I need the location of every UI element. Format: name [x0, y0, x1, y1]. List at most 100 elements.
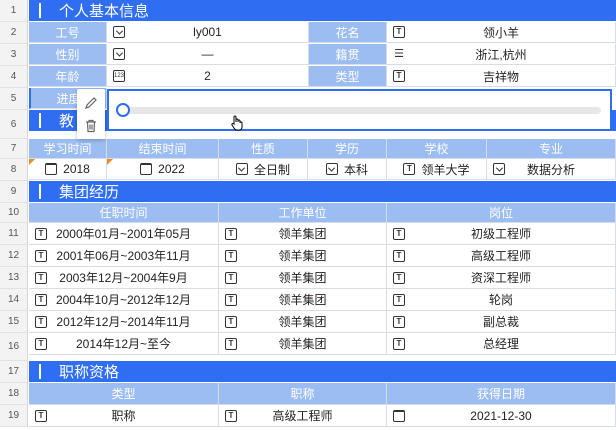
- career-cell[interactable]: 资深工程师: [387, 267, 616, 289]
- cell-marker: [107, 159, 113, 165]
- section-bar: [39, 113, 41, 128]
- text-icon: [393, 293, 405, 306]
- hand-cursor-icon: [229, 114, 245, 137]
- edu-cell-value: 领羊大学: [421, 162, 470, 177]
- career-cell-value: 领羊集团: [278, 271, 327, 285]
- qual-header: 职称: [219, 383, 387, 405]
- row-number[interactable]: 12: [0, 245, 28, 267]
- career-cell[interactable]: 2001年06月~2003年11月: [29, 245, 219, 267]
- row-number[interactable]: 17: [0, 361, 28, 383]
- field-nickname[interactable]: 领小羊: [387, 22, 616, 43]
- career-cell[interactable]: 2003年12月~2004年9月: [29, 267, 219, 289]
- cell-toolbox: [77, 89, 105, 139]
- row-number[interactable]: 1: [0, 0, 28, 22]
- cell-marker: [29, 159, 35, 165]
- progress-slider-thumb[interactable]: [116, 103, 130, 117]
- section-bar: [39, 364, 41, 379]
- qual-cell-value: 职称: [111, 409, 136, 423]
- edu-header: 学历: [308, 139, 387, 159]
- row-number[interactable]: 19: [0, 405, 28, 427]
- career-cell[interactable]: 高级工程师: [387, 245, 616, 267]
- field-origin[interactable]: 浙江,杭州: [387, 44, 616, 65]
- text-icon: [393, 315, 405, 328]
- field-age[interactable]: 123 2: [107, 66, 309, 87]
- career-cell[interactable]: 2014年12月~至今: [29, 333, 219, 355]
- field-gender[interactable]: —: [107, 44, 309, 65]
- row-number[interactable]: 6: [0, 110, 28, 139]
- row-number[interactable]: 9: [0, 181, 28, 203]
- qual-cell-value: 2021-12-30: [470, 408, 532, 423]
- career-cell-value: 高级工程师: [470, 249, 531, 263]
- qual-header: 类型: [29, 383, 219, 405]
- row-number[interactable]: 10: [0, 203, 28, 223]
- career-cell[interactable]: 2004年10月~2012年12月: [29, 289, 219, 311]
- edu-cell[interactable]: 数据分析: [487, 159, 616, 180]
- field-id-value: ly001: [193, 25, 222, 39]
- progress-slider-track[interactable]: [121, 107, 601, 114]
- career-cell[interactable]: 领羊集团: [219, 267, 387, 289]
- field-age-value: 2: [204, 69, 211, 83]
- row-number[interactable]: 7: [0, 139, 28, 159]
- section-header-qualification: 职称资格: [29, 361, 616, 382]
- row-number[interactable]: 4: [0, 66, 28, 88]
- qual-header: 获得日期: [387, 383, 616, 405]
- career-cell-value: 2000年01月~2001年05月: [55, 227, 192, 241]
- qual-cell[interactable]: 2021-12-30: [387, 405, 616, 427]
- field-id[interactable]: ly001: [107, 22, 309, 43]
- row-number[interactable]: 8: [0, 159, 28, 181]
- progress-editor[interactable]: [107, 89, 612, 131]
- qual-cell[interactable]: 高级工程师: [219, 405, 387, 427]
- text-icon: [225, 337, 237, 350]
- career-cell[interactable]: 轮岗: [387, 289, 616, 311]
- field-type[interactable]: 吉祥物: [387, 66, 616, 87]
- row-number[interactable]: 13: [0, 267, 28, 289]
- career-cell-value: 2001年06月~2003年11月: [56, 249, 191, 263]
- edu-cell[interactable]: 2022: [107, 159, 219, 180]
- field-origin-value: 浙江,杭州: [475, 47, 527, 62]
- select-icon: [493, 163, 505, 175]
- edu-cell[interactable]: 2018: [29, 159, 107, 180]
- text-icon: [35, 227, 47, 240]
- row-number[interactable]: 11: [0, 223, 28, 245]
- text-icon: [393, 26, 405, 38]
- section-title: 教: [59, 113, 75, 130]
- career-cell-value: 2012年12月~2014年11月: [56, 315, 191, 329]
- row-number[interactable]: 15: [0, 311, 28, 333]
- edu-cell[interactable]: 本科: [308, 159, 387, 180]
- select-icon: [325, 163, 338, 175]
- career-cell[interactable]: 总经理: [387, 333, 616, 355]
- career-cell-value: 领羊集团: [278, 337, 327, 351]
- trash-icon[interactable]: [84, 119, 98, 133]
- qual-cell[interactable]: 职称: [29, 405, 219, 427]
- label-gender: 性别: [29, 44, 107, 65]
- career-cell[interactable]: 初级工程师: [387, 223, 616, 245]
- row-number[interactable]: 14: [0, 289, 28, 311]
- text-icon: [393, 70, 405, 82]
- section-bar: [39, 3, 41, 18]
- row-number[interactable]: 5: [0, 88, 28, 110]
- calendar-icon: [393, 409, 405, 422]
- career-cell[interactable]: 2000年01月~2001年05月: [29, 223, 219, 245]
- row-number[interactable]: 18: [0, 383, 28, 405]
- edu-cell[interactable]: 领羊大学: [387, 159, 487, 180]
- pencil-icon[interactable]: [84, 96, 98, 110]
- career-cell[interactable]: 领羊集团: [219, 333, 387, 355]
- career-cell[interactable]: 领羊集团: [219, 311, 387, 333]
- career-cell[interactable]: 领羊集团: [219, 289, 387, 311]
- label-nickname: 花名: [309, 22, 387, 43]
- career-cell[interactable]: 2012年12月~2014年11月: [29, 311, 219, 333]
- text-icon: [393, 249, 405, 262]
- section-bar: [39, 184, 41, 199]
- career-cell[interactable]: 领羊集团: [219, 223, 387, 245]
- career-cell-value: 领羊集团: [278, 249, 327, 263]
- row-number[interactable]: 16: [0, 333, 28, 361]
- label-type: 类型: [309, 66, 387, 87]
- row-number[interactable]: 2: [0, 22, 28, 44]
- career-cell[interactable]: 领羊集团: [219, 245, 387, 267]
- edu-header: 性质: [219, 139, 308, 159]
- select-icon: [113, 26, 125, 38]
- row-number[interactable]: 3: [0, 44, 28, 66]
- career-cell[interactable]: 副总裁: [387, 311, 616, 333]
- edu-cell[interactable]: 全日制: [219, 159, 308, 180]
- section-header-personal: 个人基本信息: [29, 0, 616, 21]
